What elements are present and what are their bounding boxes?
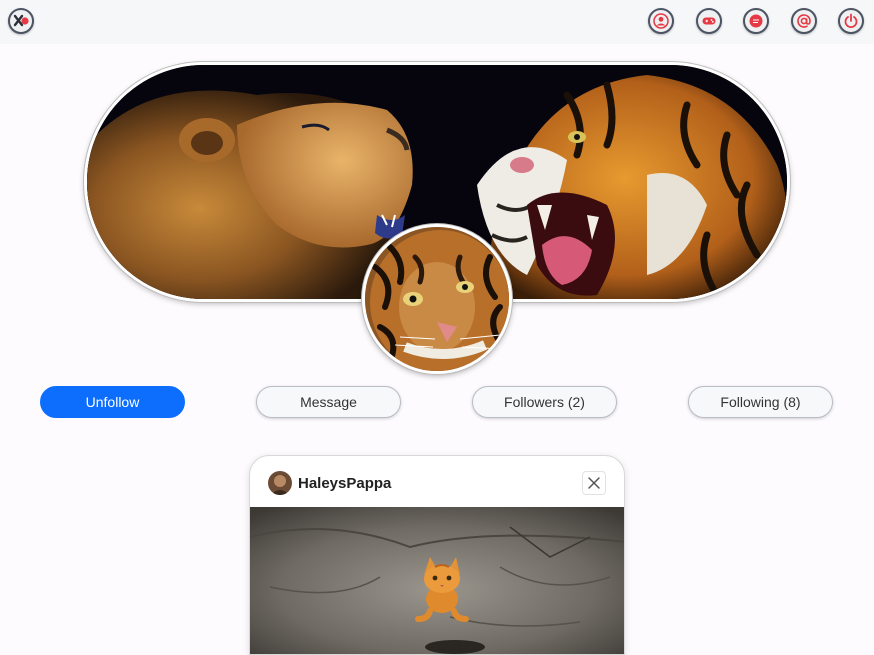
close-icon[interactable] <box>582 471 606 495</box>
unfollow-button[interactable]: Unfollow <box>40 386 185 418</box>
gamepad-icon[interactable] <box>696 8 722 34</box>
at-mention-icon[interactable] <box>791 8 817 34</box>
top-navigation-bar <box>0 0 874 44</box>
profile-icon[interactable] <box>648 8 674 34</box>
post-card: HaleysPappa <box>249 455 625 655</box>
post-author-username[interactable]: HaleysPappa <box>298 475 391 492</box>
post-header: HaleysPappa <box>250 456 624 507</box>
followers-button[interactable]: Followers (2) <box>472 386 617 418</box>
post-author-avatar[interactable] <box>268 471 292 495</box>
post-image[interactable] <box>250 507 624 654</box>
chat-icon[interactable] <box>743 8 769 34</box>
profile-avatar-image <box>362 224 512 374</box>
logo-x-icon[interactable] <box>8 8 34 34</box>
message-button[interactable]: Message <box>256 386 401 418</box>
power-icon[interactable] <box>838 8 864 34</box>
following-button[interactable]: Following (8) <box>688 386 833 418</box>
